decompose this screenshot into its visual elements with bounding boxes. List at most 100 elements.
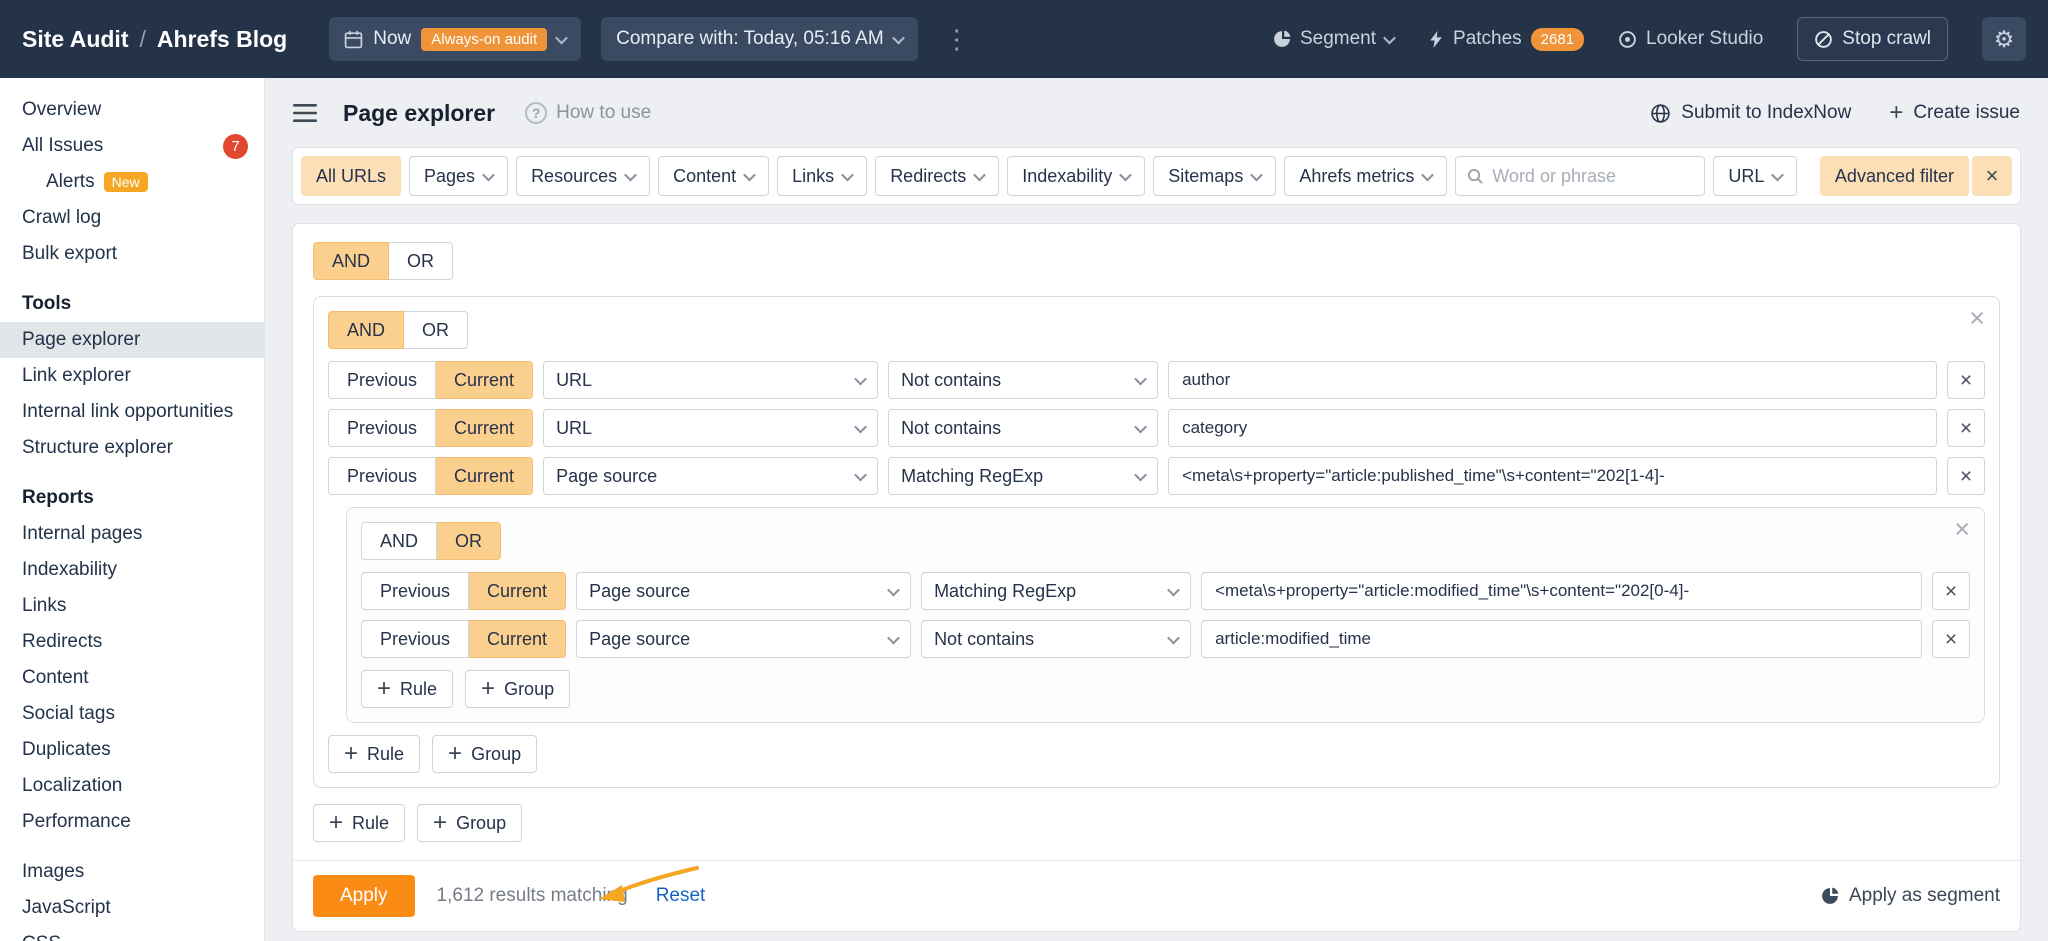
- sidebar-item-alerts[interactable]: Alerts New: [0, 164, 264, 200]
- sidebar-item-page-explorer[interactable]: Page explorer: [0, 322, 264, 358]
- operator-select[interactable]: Not contains: [921, 620, 1191, 658]
- stop-crawl-button[interactable]: Stop crawl: [1797, 17, 1948, 61]
- current-toggle-button[interactable]: Current: [436, 457, 533, 495]
- advanced-filter-button[interactable]: Advanced filter: [1820, 156, 1969, 196]
- previous-current-toggle: Previous Current: [361, 572, 566, 610]
- now-dropdown[interactable]: Now Always-on audit: [329, 17, 581, 61]
- or-toggle-button[interactable]: OR: [404, 311, 468, 349]
- field-select[interactable]: URL: [543, 409, 878, 447]
- add-group-button[interactable]: +Group: [417, 804, 522, 842]
- reset-link[interactable]: Reset: [656, 885, 706, 907]
- and-toggle-button[interactable]: AND: [361, 522, 437, 560]
- sidebar-item-indexability[interactable]: Indexability: [0, 552, 264, 588]
- field-select[interactable]: Page source: [543, 457, 878, 495]
- remove-rule-button[interactable]: ×: [1932, 620, 1970, 658]
- sidebar-item-duplicates[interactable]: Duplicates: [0, 732, 264, 768]
- filter-dropdown-ahrefs-metrics[interactable]: Ahrefs metrics: [1284, 156, 1447, 196]
- field-select[interactable]: Page source: [576, 620, 911, 658]
- filter-dropdown-pages[interactable]: Pages: [409, 156, 508, 196]
- sidebar: Overview All Issues 7 Alerts New Crawl l…: [0, 78, 265, 941]
- sidebar-item-structure-explorer[interactable]: Structure explorer: [0, 430, 264, 466]
- add-rule-button[interactable]: +Rule: [313, 804, 405, 842]
- how-to-use-link[interactable]: ? How to use: [525, 102, 651, 124]
- more-menu-icon[interactable]: ⋮: [944, 26, 970, 52]
- apply-as-segment-button[interactable]: Apply as segment: [1821, 885, 2000, 907]
- remove-rule-button[interactable]: ×: [1947, 409, 1985, 447]
- remove-rule-button[interactable]: ×: [1947, 457, 1985, 495]
- previous-toggle-button[interactable]: Previous: [328, 361, 436, 399]
- sidebar-item-overview[interactable]: Overview: [0, 92, 264, 128]
- or-toggle-button[interactable]: OR: [437, 522, 501, 560]
- segment-label: Segment: [1300, 28, 1376, 50]
- operator-select[interactable]: Matching RegExp: [888, 457, 1158, 495]
- remove-rule-button[interactable]: ×: [1932, 572, 1970, 610]
- filter-dropdown-redirects[interactable]: Redirects: [875, 156, 999, 196]
- rule-value-input[interactable]: [1201, 620, 1922, 658]
- filter-tab-all-urls[interactable]: All URLs: [301, 156, 401, 196]
- remove-group-button[interactable]: ×: [1969, 305, 1985, 332]
- current-toggle-button[interactable]: Current: [436, 409, 533, 447]
- sidebar-item-links[interactable]: Links: [0, 588, 264, 624]
- field-select[interactable]: Page source: [576, 572, 911, 610]
- close-icon: ×: [1986, 163, 1999, 189]
- breadcrumb-site-audit[interactable]: Site Audit: [22, 26, 128, 53]
- rule-value-input[interactable]: [1201, 572, 1922, 610]
- advanced-filter-close-button[interactable]: ×: [1972, 156, 2012, 196]
- current-toggle-button[interactable]: Current: [469, 620, 566, 658]
- sidebar-item-localization[interactable]: Localization: [0, 768, 264, 804]
- filter-dropdown-resources[interactable]: Resources: [516, 156, 650, 196]
- sidebar-item-social-tags[interactable]: Social tags: [0, 696, 264, 732]
- patches-button[interactable]: Patches 2681: [1428, 28, 1584, 51]
- remove-rule-button[interactable]: ×: [1947, 361, 1985, 399]
- sidebar-item-all-issues[interactable]: All Issues 7: [0, 128, 264, 164]
- previous-toggle-button[interactable]: Previous: [361, 620, 469, 658]
- compare-dropdown[interactable]: Compare with: Today, 05:16 AM: [601, 17, 918, 61]
- or-toggle-button[interactable]: OR: [389, 242, 453, 280]
- always-on-audit-badge: Always-on audit: [421, 28, 547, 51]
- field-select[interactable]: URL: [543, 361, 878, 399]
- previous-toggle-button[interactable]: Previous: [328, 457, 436, 495]
- sidebar-item-content[interactable]: Content: [0, 660, 264, 696]
- rule-value-input[interactable]: [1168, 409, 1937, 447]
- operator-select[interactable]: Not contains: [888, 361, 1158, 399]
- add-rule-button[interactable]: +Rule: [361, 670, 453, 708]
- looker-studio-button[interactable]: Looker Studio: [1618, 28, 1763, 50]
- sidebar-item-link-explorer[interactable]: Link explorer: [0, 358, 264, 394]
- sidebar-item-performance[interactable]: Performance: [0, 804, 264, 840]
- url-scope-dropdown[interactable]: URL: [1713, 156, 1797, 196]
- settings-gear-button[interactable]: ⚙: [1982, 17, 2026, 61]
- search-input[interactable]: [1492, 166, 1693, 187]
- rule-value-input[interactable]: [1168, 361, 1937, 399]
- and-toggle-button[interactable]: AND: [328, 311, 404, 349]
- add-rule-button[interactable]: +Rule: [328, 735, 420, 773]
- rule-value-input[interactable]: [1168, 457, 1937, 495]
- breadcrumb-project[interactable]: Ahrefs Blog: [157, 26, 287, 53]
- and-toggle-button[interactable]: AND: [313, 242, 389, 280]
- current-toggle-button[interactable]: Current: [469, 572, 566, 610]
- previous-toggle-button[interactable]: Previous: [361, 572, 469, 610]
- filter-dropdown-links[interactable]: Links: [777, 156, 867, 196]
- segment-dropdown[interactable]: Segment: [1273, 28, 1394, 50]
- apply-button[interactable]: Apply: [313, 875, 415, 917]
- add-group-button[interactable]: +Group: [465, 670, 570, 708]
- menu-hamburger-icon[interactable]: [293, 103, 317, 123]
- previous-toggle-button[interactable]: Previous: [328, 409, 436, 447]
- create-issue-button[interactable]: + Create issue: [1889, 101, 2020, 125]
- sidebar-item-redirects[interactable]: Redirects: [0, 624, 264, 660]
- current-toggle-button[interactable]: Current: [436, 361, 533, 399]
- filter-dropdown-indexability[interactable]: Indexability: [1007, 156, 1145, 196]
- filter-dropdown-content[interactable]: Content: [658, 156, 769, 196]
- sidebar-item-internal-pages[interactable]: Internal pages: [0, 516, 264, 552]
- sidebar-item-crawl-log[interactable]: Crawl log: [0, 200, 264, 236]
- sidebar-item-internal-link-opportunities[interactable]: Internal link opportunities: [0, 394, 264, 430]
- operator-select[interactable]: Not contains: [888, 409, 1158, 447]
- sidebar-item-css[interactable]: CSS: [0, 926, 264, 941]
- operator-select[interactable]: Matching RegExp: [921, 572, 1191, 610]
- submit-indexnow-button[interactable]: Submit to IndexNow: [1650, 102, 1851, 124]
- filter-dropdown-sitemaps[interactable]: Sitemaps: [1153, 156, 1276, 196]
- sidebar-item-images[interactable]: Images: [0, 854, 264, 890]
- sidebar-item-javascript[interactable]: JavaScript: [0, 890, 264, 926]
- add-group-button[interactable]: +Group: [432, 735, 537, 773]
- sidebar-item-bulk-export[interactable]: Bulk export: [0, 236, 264, 272]
- remove-group-button[interactable]: ×: [1954, 516, 1970, 543]
